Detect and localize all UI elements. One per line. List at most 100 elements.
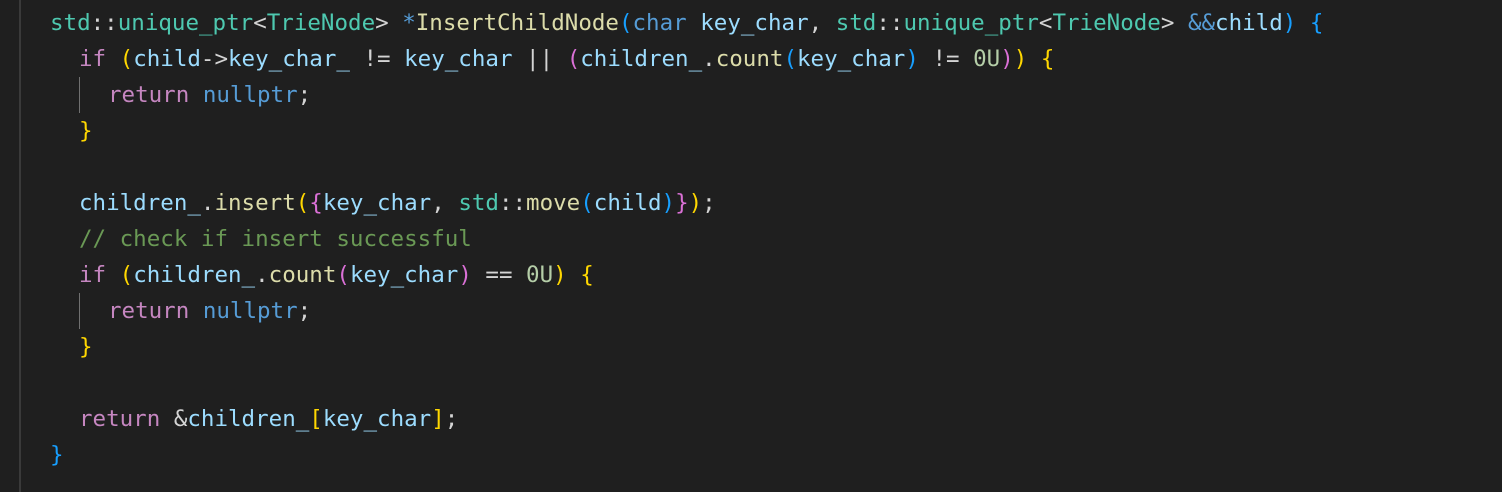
code-token: std (835, 10, 877, 36)
code-line[interactable]: return &children_[key_char]; (50, 401, 1323, 437)
code-token: child (593, 190, 662, 216)
code-token: * (402, 10, 416, 36)
code-token: && (1187, 10, 1216, 36)
code-token: std (458, 190, 499, 216)
indent-guide (50, 185, 79, 221)
code-token: key_char (349, 262, 459, 288)
code-token: key_char (322, 406, 432, 432)
indent-guide (50, 257, 79, 293)
indent-guide (50, 113, 79, 149)
code-token: if (79, 262, 107, 288)
code-token: key_char (796, 46, 906, 72)
code-token: ; (297, 298, 312, 324)
code-token: :: (90, 10, 118, 36)
code-token: } (675, 190, 689, 216)
code-token: ) (1013, 46, 1028, 72)
code-token: key_char (322, 190, 432, 216)
code-token: > (1160, 10, 1188, 36)
code-token: ) (905, 46, 919, 72)
code-line[interactable]: } (50, 113, 1323, 149)
code-token: children_ (79, 190, 201, 216)
editor-gutter-border (19, 0, 21, 492)
code-token: insert (214, 190, 296, 216)
code-line[interactable]: return nullptr; (50, 77, 1323, 113)
code-token: count (715, 46, 784, 72)
code-token: , (431, 190, 459, 216)
code-token: { (1040, 46, 1055, 72)
code-line[interactable]: if (children_.count(key_char) == 0U) { (50, 257, 1323, 293)
code-editor[interactable]: std::unique_ptr<TrieNode> *InsertChildNo… (0, 0, 1502, 492)
code-token: ; (702, 190, 716, 216)
code-line[interactable]: std::unique_ptr<TrieNode> *InsertChildNo… (50, 5, 1323, 41)
code-token: < (1038, 10, 1053, 36)
code-token: nullptr (202, 82, 298, 108)
code-token: key_char (404, 46, 513, 72)
code-token: != (918, 46, 974, 72)
code-token: :: (498, 190, 527, 216)
indent-guide (50, 149, 79, 185)
code-token: } (50, 442, 64, 468)
code-line[interactable]: return nullptr; (50, 293, 1323, 329)
code-token: ) (688, 190, 703, 216)
code-token: ( (119, 46, 134, 72)
code-token: return (108, 298, 190, 324)
code-token: ( (783, 46, 797, 72)
code-token: InsertChildNode (415, 10, 619, 36)
code-token: . (255, 262, 269, 288)
code-token: child (1215, 10, 1283, 36)
code-token: & (173, 406, 188, 432)
code-token: children_ (133, 262, 256, 288)
code-token: TrieNode (266, 10, 376, 36)
indent-guide (50, 221, 79, 257)
code-token: char (632, 10, 687, 36)
code-token: [ (309, 406, 323, 432)
code-token: 0U (526, 262, 554, 288)
indent-guide (50, 401, 79, 437)
code-token: ; (297, 82, 312, 108)
code-token: < (253, 10, 267, 36)
code-token: key_char_ (228, 46, 350, 72)
code-token: return (108, 82, 190, 108)
code-line[interactable] (50, 149, 1323, 185)
code-token: ( (119, 262, 134, 288)
code-token: children_ (187, 406, 310, 432)
code-token: unique_ptr (903, 10, 1039, 36)
code-line[interactable] (50, 365, 1323, 401)
code-token: move (526, 190, 581, 216)
code-token: } (79, 118, 93, 144)
code-line[interactable]: children_.insert({key_char, std::move(ch… (50, 185, 1323, 221)
indent-guide (79, 77, 108, 113)
code-token: ) (553, 262, 567, 288)
code-line[interactable]: } (50, 329, 1323, 365)
code-token: > (375, 10, 403, 36)
code-token: ) (661, 190, 676, 216)
code-token: nullptr (202, 298, 298, 324)
indent-guide (50, 77, 79, 113)
code-token: ] (431, 406, 445, 432)
code-token: || (512, 46, 567, 72)
code-token: child (133, 46, 201, 72)
code-token: count (268, 262, 337, 288)
code-line[interactable]: } (50, 437, 1323, 473)
code-token: ) (458, 262, 472, 288)
code-token: ( (580, 190, 594, 216)
code-token: ( (566, 46, 581, 72)
code-token: ) (1282, 10, 1297, 36)
code-line[interactable]: // check if insert successful (50, 221, 1323, 257)
code-block[interactable]: std::unique_ptr<TrieNode> *InsertChildNo… (50, 5, 1323, 473)
code-token: TrieNode (1052, 10, 1161, 36)
code-token: ( (336, 262, 350, 288)
indent-guide (79, 293, 108, 329)
code-token: . (702, 46, 716, 72)
code-line[interactable]: if (child->key_char_ != key_char || (chi… (50, 41, 1323, 77)
code-token: { (1309, 10, 1324, 36)
indent-guide (50, 293, 79, 329)
code-token: -> (200, 46, 229, 72)
